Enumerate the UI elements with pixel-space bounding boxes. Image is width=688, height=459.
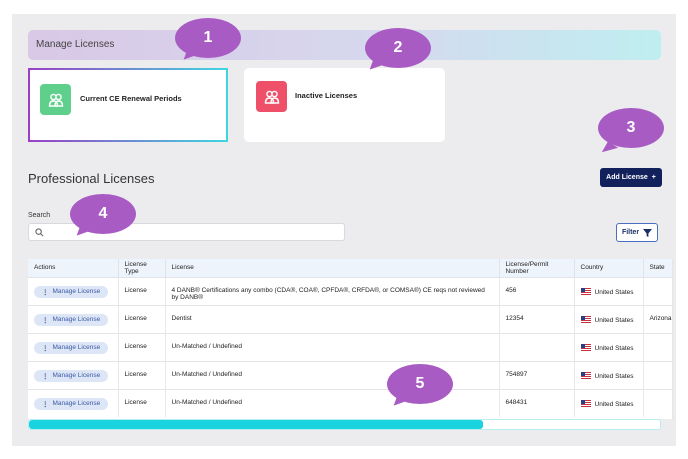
card-label: Inactive Licenses xyxy=(295,91,358,100)
kebab-menu-icon: ⋮ xyxy=(42,372,49,380)
manage-license-button[interactable]: ⋮ Manage License xyxy=(34,313,109,326)
users-icon xyxy=(40,84,71,115)
manage-license-button[interactable]: ⋮ Manage License xyxy=(34,369,109,382)
manage-license-label: Manage License xyxy=(52,400,101,407)
add-license-label: Add License xyxy=(606,174,648,181)
section-title: Professional Licenses xyxy=(28,171,155,186)
license-number-cell xyxy=(499,332,575,361)
kebab-menu-icon: ⋮ xyxy=(42,316,49,324)
filter-button[interactable]: Filter xyxy=(616,223,658,242)
actions-cell: ⋮ Manage License xyxy=(28,360,119,389)
callout-badge: 2 xyxy=(365,28,431,68)
manage-license-label: Manage License xyxy=(52,288,101,295)
actions-cell: ⋮ Manage License xyxy=(28,276,119,305)
current-ce-renewal-card[interactable]: Current CE Renewal Periods xyxy=(28,68,228,142)
callout-badge: 5 xyxy=(387,364,453,404)
state-cell xyxy=(643,276,672,305)
card-label: Current CE Renewal Periods xyxy=(80,94,182,103)
country-name: United States xyxy=(594,288,634,296)
manage-license-button[interactable]: ⋮ Manage License xyxy=(34,397,109,410)
state-cell: Arizona xyxy=(643,304,672,333)
horizontal-scrollbar[interactable] xyxy=(28,419,661,430)
filter-label: Filter xyxy=(621,229,640,236)
license-type-cell: License xyxy=(118,276,166,305)
country-cell: United States xyxy=(574,388,644,417)
column-header-license[interactable]: License xyxy=(165,259,500,277)
inactive-licenses-card[interactable]: Inactive Licenses xyxy=(244,68,445,142)
license-number-cell: 12354 xyxy=(499,304,575,333)
license-cell: 4 DANB® Certifications any combo (CDA®, … xyxy=(165,276,500,305)
page-title: Manage Licenses xyxy=(36,39,115,50)
scrollbar-thumb[interactable] xyxy=(29,420,484,429)
manage-license-label: Manage License xyxy=(52,344,101,351)
country-cell: United States xyxy=(574,332,644,361)
table-row: ⋮ Manage License License Un-Matched / Und… xyxy=(28,360,672,389)
table-row: ⋮ Manage License License Un-Matched / Und… xyxy=(28,332,672,361)
license-number-cell: 754897 xyxy=(499,360,575,389)
column-header-state[interactable]: State xyxy=(643,259,672,277)
add-license-button[interactable]: Add License + xyxy=(600,168,662,187)
callout-badge: 3 xyxy=(598,108,664,148)
country-name: United States xyxy=(594,372,634,380)
license-cell: Un-Matched / Undefined xyxy=(165,332,500,361)
actions-cell: ⋮ Manage License xyxy=(28,388,119,417)
country-name: United States xyxy=(594,344,634,352)
table-row: ⋮ Manage License License 4 DANB® Certific… xyxy=(28,276,672,305)
column-header-country[interactable]: Country xyxy=(574,259,644,277)
license-type-cell: License xyxy=(118,388,166,417)
column-header-license-type[interactable]: License Type xyxy=(118,259,166,277)
kebab-menu-icon: ⋮ xyxy=(42,288,49,296)
license-type-cell: License xyxy=(118,304,166,333)
search-label: Search xyxy=(28,212,51,219)
country-cell: United States xyxy=(574,360,644,389)
license-type-cell: License xyxy=(118,332,166,361)
us-flag-icon xyxy=(580,371,591,379)
licenses-table: Actions License Type License License/Per… xyxy=(28,259,673,419)
license-number-cell: 456 xyxy=(499,276,575,305)
state-cell xyxy=(643,388,672,417)
us-flag-icon xyxy=(580,399,591,407)
table-header-row: Actions License Type License License/Per… xyxy=(28,259,672,277)
country-cell: United States xyxy=(574,276,644,305)
license-number-cell: 648431 xyxy=(499,388,575,417)
actions-cell: ⋮ Manage License xyxy=(28,304,119,333)
table-row: ⋮ Manage License License Dentist 12354 Un… xyxy=(28,304,672,333)
manage-license-button[interactable]: ⋮ Manage License xyxy=(34,285,109,298)
state-cell xyxy=(643,360,672,389)
country-cell: United States xyxy=(574,304,644,333)
manage-license-label: Manage License xyxy=(52,316,101,323)
us-flag-icon xyxy=(580,315,591,323)
funnel-icon xyxy=(643,228,653,237)
license-type-cell: License xyxy=(118,360,166,389)
plus-icon: + xyxy=(651,174,656,181)
us-flag-icon xyxy=(580,343,591,351)
us-flag-icon xyxy=(580,287,591,295)
callout-badge: 1 xyxy=(175,18,241,58)
country-name: United States xyxy=(594,400,634,408)
state-cell xyxy=(643,332,672,361)
page-header-banner: Manage Licenses xyxy=(28,30,661,60)
manage-license-label: Manage License xyxy=(52,372,101,379)
kebab-menu-icon: ⋮ xyxy=(42,344,49,352)
manage-license-button[interactable]: ⋮ Manage License xyxy=(34,341,109,354)
column-header-actions[interactable]: Actions xyxy=(28,259,119,277)
users-icon xyxy=(256,81,287,112)
license-cell: Dentist xyxy=(165,304,500,333)
search-icon xyxy=(35,228,44,237)
actions-cell: ⋮ Manage License xyxy=(28,332,119,361)
country-name: United States xyxy=(594,316,634,324)
callout-badge: 4 xyxy=(70,194,136,234)
kebab-menu-icon: ⋮ xyxy=(42,400,49,408)
column-header-license-number[interactable]: License/Permit Number xyxy=(499,259,575,277)
table-row: ⋮ Manage License License Un-Matched / Und… xyxy=(28,388,672,417)
